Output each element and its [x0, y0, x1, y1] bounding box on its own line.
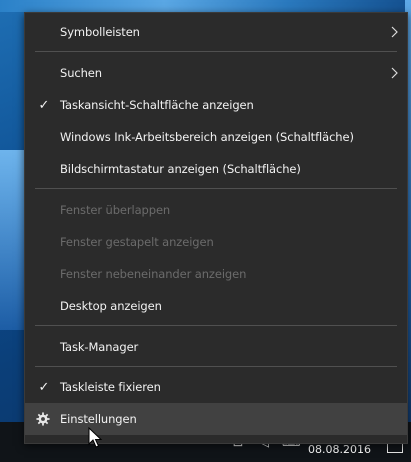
- menu-item-label: Einstellungen: [60, 412, 137, 426]
- menu-item-label: Taskleiste fixieren: [60, 380, 161, 394]
- menu-item-task-manager[interactable]: Task-Manager: [25, 331, 407, 363]
- menu-item-einstellungen[interactable]: Einstellungen: [25, 403, 407, 435]
- menu-item-label: Fenster gestapelt anzeigen: [60, 235, 214, 249]
- menu-separator: [35, 366, 397, 367]
- menu-item-taskansicht[interactable]: ✓ Taskansicht-Schaltfläche anzeigen: [25, 89, 407, 121]
- menu-separator: [35, 325, 397, 326]
- menu-item-suchen[interactable]: Suchen: [25, 57, 407, 89]
- menu-item-symbolleisten[interactable]: Symbolleisten: [25, 16, 407, 48]
- checkmark-icon: ✓: [38, 379, 50, 395]
- mouse-cursor-icon: [88, 427, 103, 448]
- menu-item-label: Suchen: [60, 66, 102, 80]
- menu-item-label: Taskansicht-Schaltfläche anzeigen: [60, 98, 254, 112]
- menu-item-label: Bildschirmtastatur anzeigen (Schaltfläch…: [60, 162, 301, 176]
- menu-item-label: Fenster nebeneinander anzeigen: [60, 267, 247, 281]
- menu-item-fenster-ueberlappen: Fenster überlappen: [25, 194, 407, 226]
- menu-item-label: Symbolleisten: [60, 25, 140, 39]
- menu-item-label: Task-Manager: [60, 340, 139, 354]
- chevron-right-icon: [391, 67, 398, 79]
- desktop-background-strip: [0, 0, 411, 12]
- menu-item-bildschirmtastatur[interactable]: Bildschirmtastatur anzeigen (Schaltfläch…: [25, 153, 407, 185]
- menu-item-label: Fenster überlappen: [60, 203, 171, 217]
- menu-item-fenster-gestapelt: Fenster gestapelt anzeigen: [25, 226, 407, 258]
- menu-item-windows-ink[interactable]: Windows Ink-Arbeitsbereich anzeigen (Sch…: [25, 121, 407, 153]
- menu-separator: [35, 188, 397, 189]
- gear-icon: [36, 412, 50, 426]
- taskbar-context-menu: Symbolleisten Suchen ✓ Taskansicht-Schal…: [24, 12, 408, 444]
- menu-item-label: Windows Ink-Arbeitsbereich anzeigen (Sch…: [60, 130, 354, 144]
- menu-item-taskleiste-fixieren[interactable]: ✓ Taskleiste fixieren: [25, 371, 407, 403]
- menu-item-desktop-anzeigen[interactable]: Desktop anzeigen: [25, 290, 407, 322]
- menu-item-fenster-nebeneinander: Fenster nebeneinander anzeigen: [25, 258, 407, 290]
- menu-item-label: Desktop anzeigen: [60, 299, 162, 313]
- chevron-right-icon: [391, 26, 398, 38]
- menu-separator: [35, 51, 397, 52]
- checkmark-icon: ✓: [38, 97, 50, 113]
